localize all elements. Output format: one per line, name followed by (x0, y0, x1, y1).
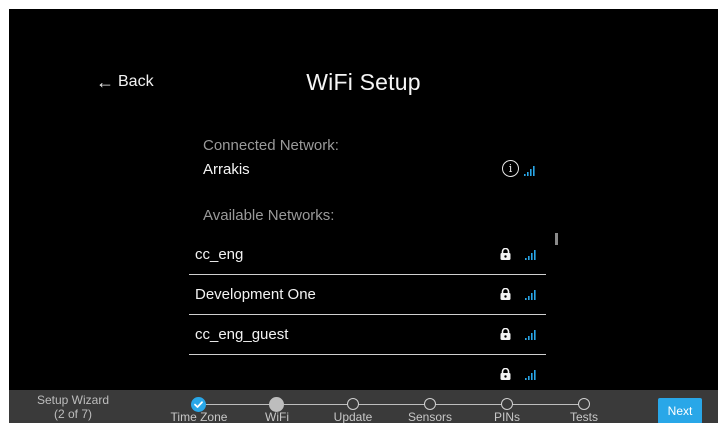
available-networks-label: Available Networks: (203, 207, 335, 224)
lock-icon (500, 248, 511, 260)
step-label-tests: Tests (569, 410, 599, 423)
network-name: Development One (195, 286, 316, 303)
network-row[interactable]: cc_eng_guest (189, 315, 546, 355)
step-label-update: Update (333, 410, 373, 423)
next-button[interactable]: Next (658, 398, 702, 423)
wifi-signal-icon (525, 370, 536, 380)
step-label-wifi: WiFi (265, 410, 289, 423)
setup-screen: ← Back WiFi Setup Connected Network: Arr… (9, 9, 718, 423)
network-row[interactable] (189, 355, 546, 381)
step-label-time-zone: Time Zone (170, 410, 228, 423)
network-name: cc_eng (195, 246, 244, 263)
wizard-progress-label: Setup Wizard (2 of 7) (23, 393, 123, 421)
connected-network-row: Arrakis i (195, 157, 547, 181)
connected-network-name: Arrakis (203, 161, 250, 178)
scrollbar-thumb[interactable] (555, 233, 558, 245)
network-row[interactable]: Development One (189, 275, 546, 315)
network-list[interactable]: cc_eng Development One cc_eng_guest (189, 235, 546, 381)
wizard-title: Setup Wizard (36, 393, 110, 407)
step-tests[interactable] (578, 398, 590, 410)
info-icon[interactable]: i (502, 160, 519, 177)
step-update[interactable] (347, 398, 359, 410)
step-label-sensors: Sensors (407, 410, 453, 423)
wifi-signal-icon (525, 290, 536, 300)
wizard-footer: Setup Wizard (2 of 7) Time Zone WiFi Upd… (9, 390, 718, 423)
wifi-signal-icon (525, 330, 536, 340)
step-sensors[interactable] (424, 398, 436, 410)
stepper-line (199, 404, 589, 405)
lock-icon (500, 368, 511, 380)
lock-icon (500, 288, 511, 300)
step-label-pins: PINs (493, 410, 521, 423)
wifi-signal-icon (525, 250, 536, 260)
wifi-signal-icon (524, 166, 535, 176)
wizard-step-count: (2 of 7) (53, 407, 92, 421)
lock-icon (500, 328, 511, 340)
step-pins[interactable] (501, 398, 513, 410)
connected-network-label: Connected Network: (203, 137, 339, 154)
network-row[interactable]: cc_eng (189, 235, 546, 275)
network-name: cc_eng_guest (195, 326, 289, 343)
page-title: WiFi Setup (306, 69, 421, 95)
